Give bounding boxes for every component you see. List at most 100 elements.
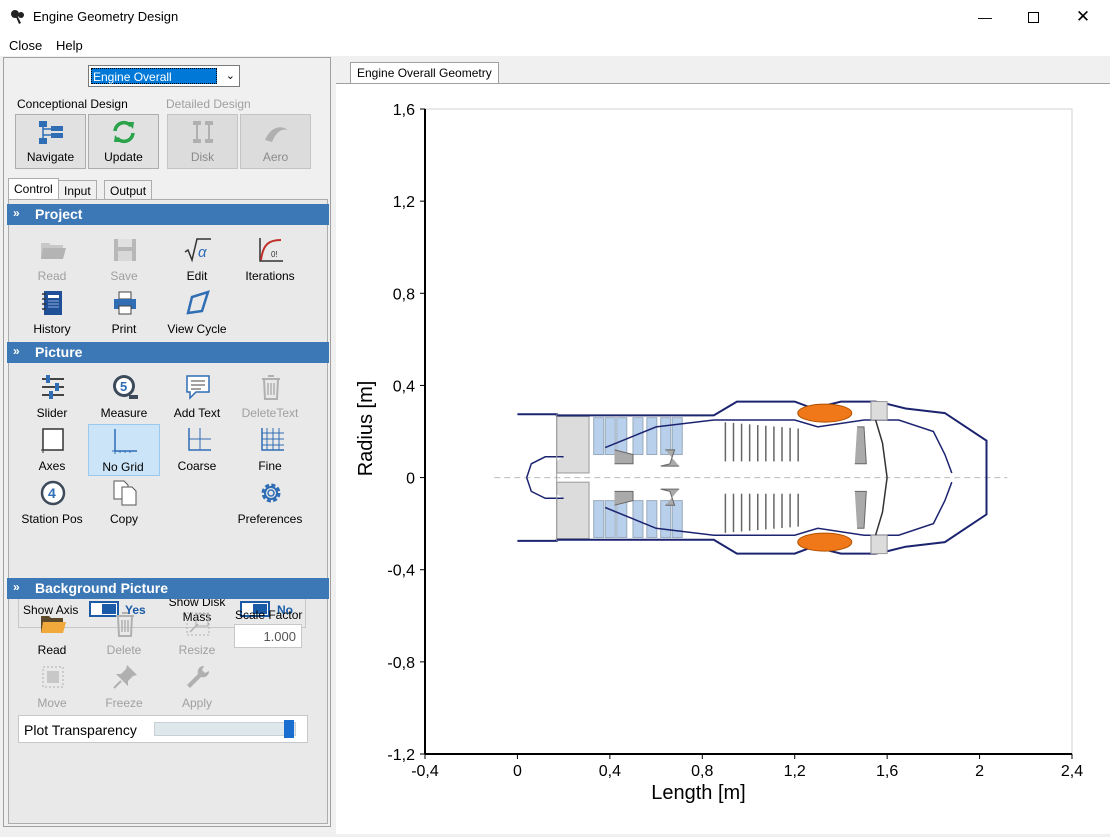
picture-copy-button[interactable]: Copy	[90, 477, 158, 529]
disk-button[interactable]: Disk	[167, 114, 238, 169]
x-axis-label: Length [m]	[651, 782, 746, 804]
update-label: Update	[104, 150, 143, 164]
close-window-button[interactable]: ✕	[1060, 0, 1106, 34]
wrench-icon	[187, 665, 210, 688]
bg-freeze-button[interactable]: Freeze	[90, 661, 158, 713]
bg-resize-label: Resize	[178, 643, 216, 657]
measure-tape-icon: 5	[113, 375, 138, 399]
pin-icon	[113, 665, 137, 689]
bg-resize-button[interactable]: Resize	[163, 608, 231, 660]
tab-control[interactable]: Control	[8, 178, 59, 199]
tab-output[interactable]: Output	[104, 180, 153, 200]
folder-icon	[41, 616, 66, 633]
svg-text:4: 4	[48, 485, 56, 501]
plot-transparency-thumb[interactable]	[283, 720, 294, 738]
bg-delete-button[interactable]: Delete	[90, 608, 158, 660]
picture-delete-text-button[interactable]: DeleteText	[236, 371, 304, 423]
lower-disk	[614, 490, 634, 506]
x-tick-label: 0,8	[691, 763, 713, 780]
project-iterations-button[interactable]: 0! Iterations	[236, 234, 304, 286]
upper-turbine-casing	[870, 401, 888, 421]
picture-preferences-button[interactable]: Preferences	[236, 477, 304, 529]
menu-close[interactable]: Close	[9, 38, 42, 53]
project-save-button[interactable]: Save	[90, 234, 158, 286]
y-tick-label: 1,6	[393, 102, 415, 119]
notebook-icon	[42, 291, 62, 315]
picture-preferences-label: Preferences	[237, 512, 303, 526]
picture-fine-button[interactable]: Fine	[236, 424, 304, 476]
disk-icon	[193, 121, 213, 143]
upper-exhaust-cone	[874, 419, 888, 478]
picture-no-grid-button[interactable]: No Grid	[88, 424, 160, 476]
gear-icon	[261, 483, 281, 503]
picture-measure-label: Measure	[100, 406, 148, 420]
y-tick-label: 1,2	[393, 194, 415, 211]
picture-station-pos-button[interactable]: 4 Station Pos	[18, 477, 86, 529]
plot-transparency-control: Plot Transparency	[18, 715, 308, 743]
fine-grid-icon	[261, 428, 284, 451]
bg-apply-button[interactable]: Apply	[163, 661, 231, 713]
picture-slider-button[interactable]: Slider	[18, 371, 86, 423]
sliders-icon	[42, 375, 64, 399]
picture-coarse-button[interactable]: Coarse	[163, 424, 231, 476]
minimize-button[interactable]: —	[962, 0, 1008, 34]
picture-axes-label: Axes	[38, 459, 66, 473]
update-icon	[113, 120, 135, 144]
picture-section-header[interactable]: » Picture	[7, 342, 329, 363]
project-read-button[interactable]: Read	[18, 234, 86, 286]
disk-label: Disk	[190, 150, 215, 164]
window-title: Engine Geometry Design	[33, 9, 179, 24]
picture-measure-button[interactable]: 5 Measure	[90, 371, 158, 423]
y-axis-label: Radius [m]	[355, 381, 377, 477]
engine-geometry-chart[interactable]: -0,4 0 0,4 0,8 1,2 1,6 2 2,4 1,6 1,2 0,8 0,4 0 -0,4 -0…	[336, 84, 1110, 834]
no-grid-icon	[112, 429, 137, 454]
project-section-header[interactable]: » Project	[7, 204, 329, 225]
picture-coarse-label: Coarse	[177, 459, 217, 473]
bg-move-button[interactable]: Move	[18, 661, 86, 713]
scale-factor-input[interactable]: 1.000	[234, 624, 302, 648]
lower-blade-row	[660, 500, 672, 538]
background-picture-section-header[interactable]: » Background Picture	[7, 578, 329, 599]
collapse-chevron-icon: »	[13, 580, 20, 594]
picture-add-text-button[interactable]: Add Text	[163, 371, 231, 423]
navigate-button[interactable]: Navigate	[15, 114, 86, 169]
model-select[interactable]: Engine Overall ⌄	[88, 65, 240, 87]
x-tick-label: 1,6	[876, 763, 898, 780]
menu-help[interactable]: Help	[56, 38, 83, 53]
engine-cross-section	[494, 400, 1008, 555]
plot-panel: Engine Overall Geometry -0,4 0 0,4 0,8 1,2 1,…	[336, 57, 1110, 836]
tab-engine-overall-geometry[interactable]: Engine Overall Geometry	[350, 62, 499, 84]
y-tick-label: 0	[406, 471, 415, 488]
y-tick-label: -0,4	[387, 563, 415, 580]
bg-move-label: Move	[37, 696, 67, 710]
model-select-value: Engine Overall	[91, 68, 217, 84]
upper-disk	[614, 449, 634, 465]
lower-blade-row	[604, 500, 616, 538]
bg-freeze-label: Freeze	[105, 696, 143, 710]
save-icon	[114, 239, 136, 261]
upper-blade-row	[616, 417, 628, 456]
project-view-cycle-button[interactable]: View Cycle	[163, 287, 231, 339]
detailed-design-label: Detailed Design	[166, 97, 251, 111]
update-button[interactable]: Update	[88, 114, 159, 169]
project-view-cycle-label: View Cycle	[167, 322, 227, 336]
picture-axes-button[interactable]: Axes	[18, 424, 86, 476]
plot-frame	[424, 108, 1073, 755]
plot-transparency-track[interactable]	[154, 722, 296, 736]
maximize-button[interactable]	[1010, 0, 1056, 34]
collapse-chevron-icon: »	[13, 344, 20, 358]
lower-turbine-casing	[870, 534, 888, 555]
coarse-grid-icon	[188, 428, 211, 451]
project-read-label: Read	[37, 269, 67, 283]
bg-read-button[interactable]: Read	[18, 608, 86, 660]
control-panel: Engine Overall ⌄ Conceptional Design Det…	[3, 57, 331, 827]
project-print-button[interactable]: Print	[90, 287, 158, 339]
speech-bubble-icon	[186, 375, 210, 400]
tab-input[interactable]: Input	[58, 180, 97, 200]
aero-button[interactable]: Aero	[240, 114, 311, 169]
svg-text:5: 5	[120, 379, 127, 394]
x-tick-label: 2,4	[1061, 763, 1083, 780]
project-history-button[interactable]: History	[18, 287, 86, 339]
project-edit-button[interactable]: α Edit	[163, 234, 231, 286]
copy-icon	[113, 480, 137, 506]
